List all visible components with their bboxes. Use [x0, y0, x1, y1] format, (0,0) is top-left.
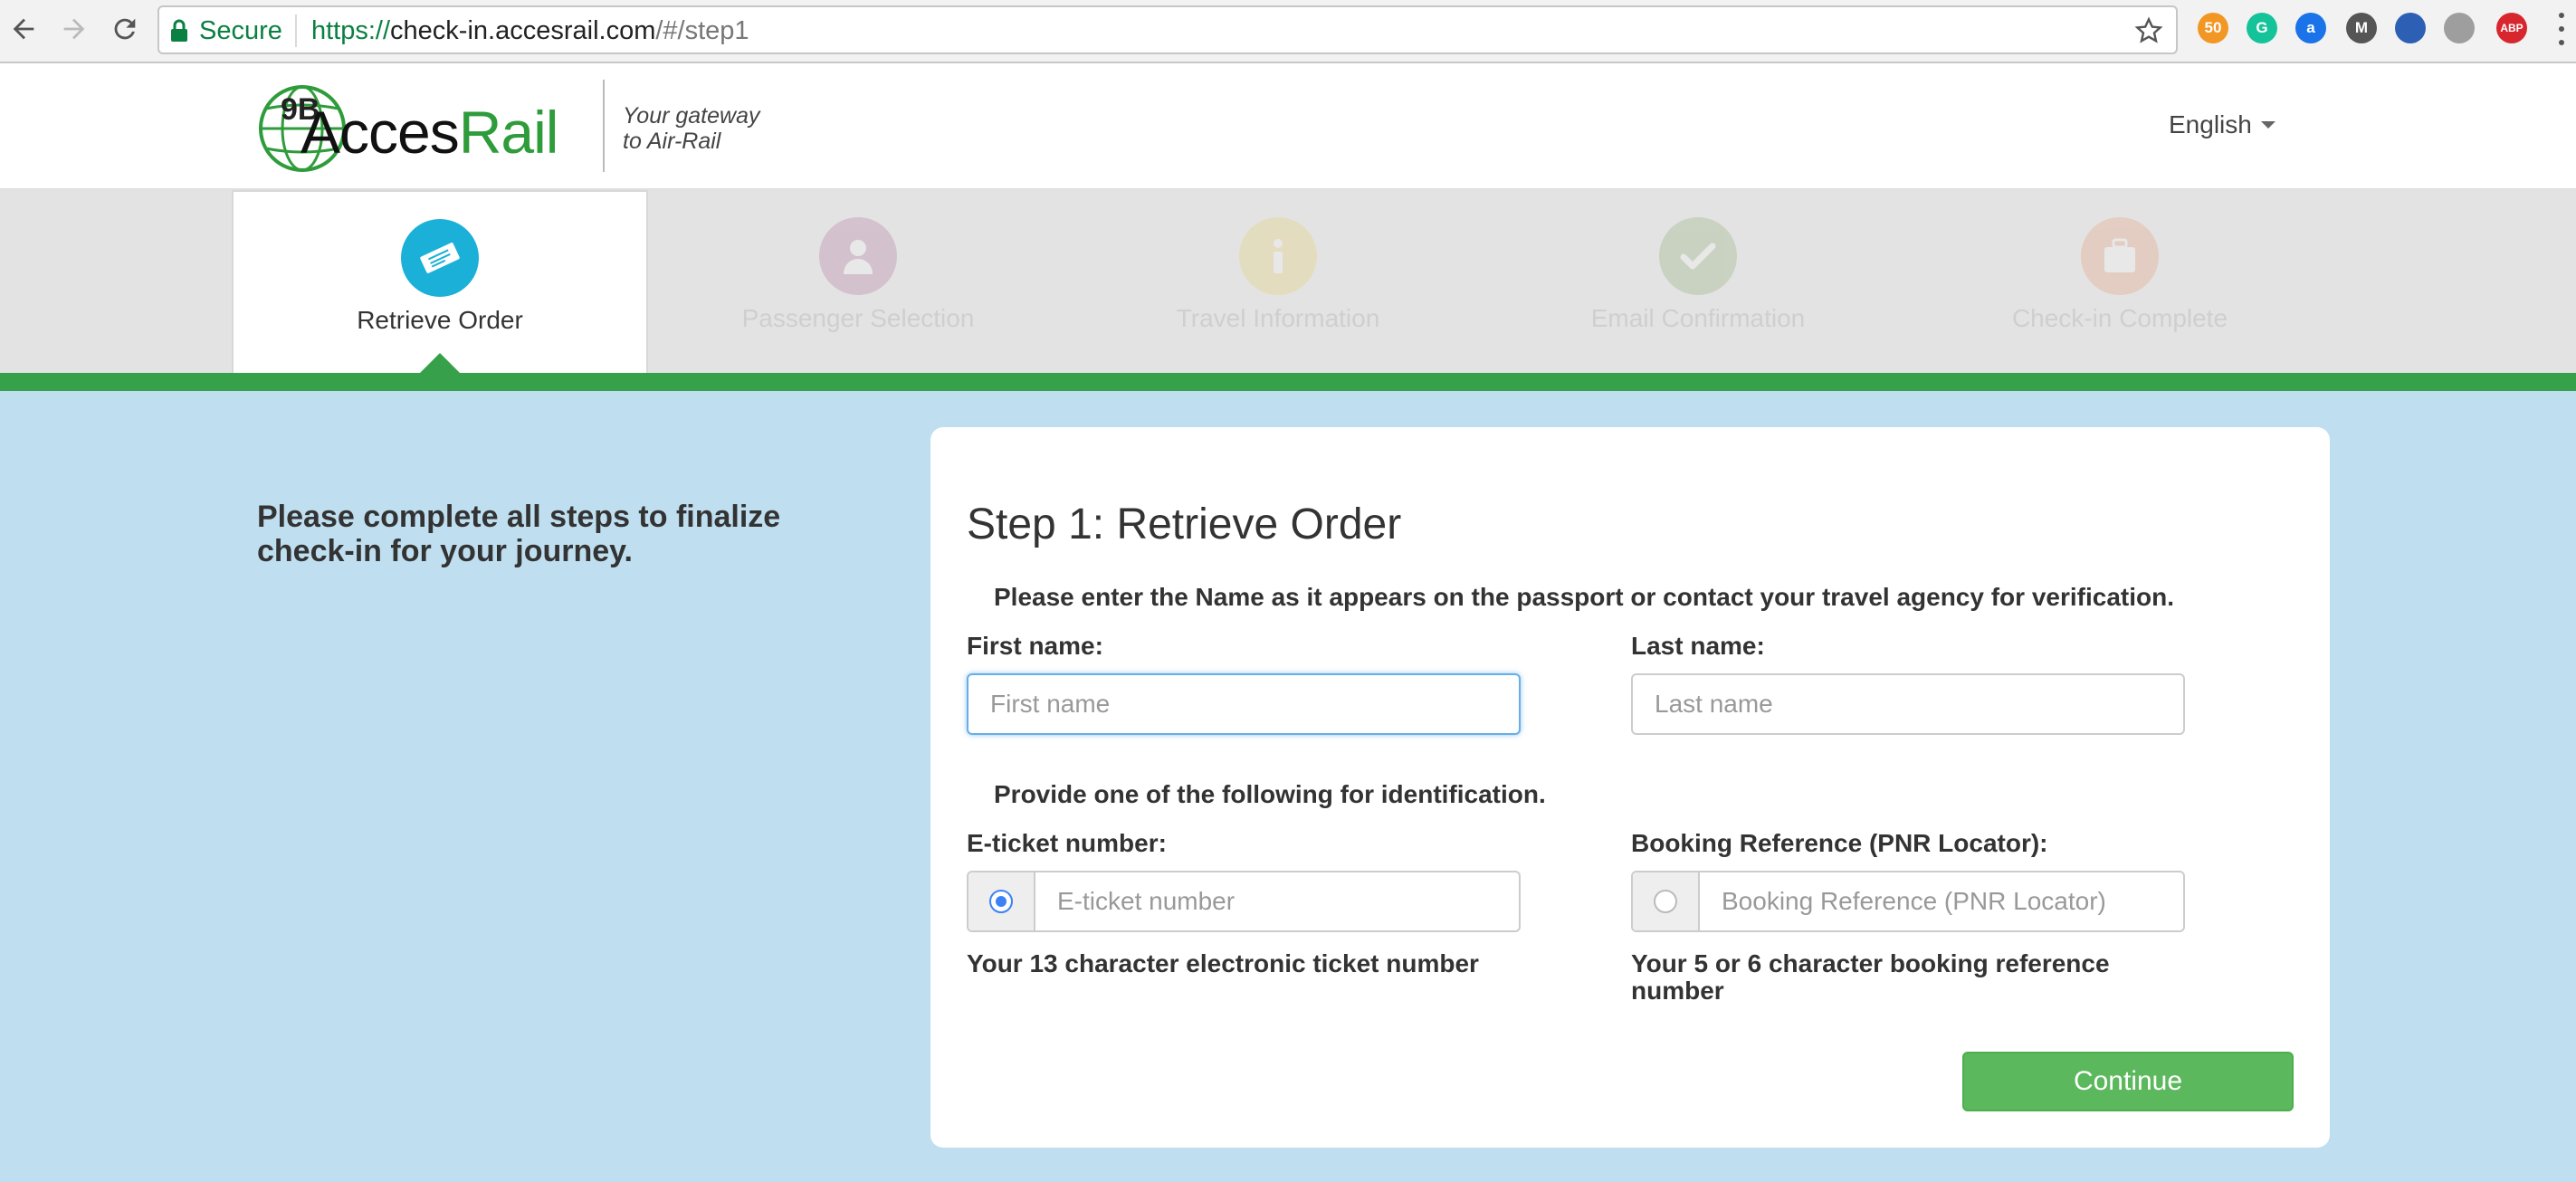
tagline-line-2: to Air-Rail — [623, 129, 721, 154]
back-arrow-icon — [13, 18, 34, 40]
eticket-radio-cell[interactable] — [968, 872, 1035, 930]
pnr-help-text: Your 5 or 6 character booking reference … — [1631, 949, 2110, 1005]
url-host: check-in.accesrail.com — [390, 16, 656, 45]
browser-toolbar: Secure https://check-in.accesrail.com/#/… — [0, 0, 2576, 63]
logo-rail: Rail — [458, 99, 559, 166]
grammarly-extension-icon[interactable]: G — [2247, 13, 2277, 43]
step-icon-circle — [2081, 217, 2159, 295]
accesrail-logo[interactable]: 9B AccesRail — [257, 78, 592, 177]
url-scheme: https:// — [311, 16, 391, 45]
info-icon — [1274, 239, 1283, 273]
checkin-progress-steps: Retrieve Order Passenger Selection Trave… — [0, 190, 2576, 373]
language-label: English — [2169, 110, 2252, 138]
checkmark-icon — [1680, 243, 1716, 270]
step-label: Check-in Complete — [2011, 304, 2228, 332]
amazon-assistant-extension-icon[interactable]: a — [2295, 13, 2326, 43]
last-name-input[interactable] — [1631, 673, 2185, 735]
step-checkin-complete[interactable]: Check-in Complete — [1912, 190, 2328, 373]
secure-indicator[interactable]: Secure — [170, 14, 297, 47]
honey-extension-icon[interactable]: 50 — [2198, 13, 2228, 43]
eticket-label: E-ticket number: — [967, 829, 1167, 857]
address-bar[interactable]: Secure https://check-in.accesrail.com/#/… — [157, 5, 2178, 54]
step-icon-circle — [1239, 217, 1317, 295]
eticket-input[interactable] — [1035, 872, 1519, 930]
forward-button[interactable] — [52, 7, 96, 51]
back-button[interactable] — [2, 7, 45, 51]
pnr-radio-cell[interactable] — [1633, 872, 1700, 930]
adblock-plus-extension-icon[interactable]: ABP — [2496, 13, 2527, 43]
step-icon-circle — [819, 217, 897, 295]
step-passenger-selection[interactable]: Passenger Selection — [650, 190, 1066, 373]
step-email-confirmation[interactable]: Email Confirmation — [1490, 190, 1906, 373]
first-name-input[interactable] — [967, 673, 1521, 735]
step-label: Passenger Selection — [741, 304, 975, 332]
pnr-radio[interactable] — [1654, 890, 1677, 913]
name-instructions: Please enter the Name as it appears on t… — [994, 583, 2174, 611]
bookmark-star-icon[interactable] — [2134, 16, 2163, 45]
progress-bar — [0, 373, 2576, 391]
m-extension-icon[interactable]: M — [2346, 13, 2377, 43]
browser-menu-icon[interactable] — [2556, 13, 2567, 45]
eticket-help-text: Your 13 character electronic ticket numb… — [967, 949, 1479, 977]
step-retrieve-order[interactable]: Retrieve Order — [232, 190, 648, 373]
reload-button[interactable] — [103, 7, 147, 51]
eticket-radio[interactable] — [989, 890, 1013, 913]
step-icon-circle — [401, 219, 479, 297]
reload-icon — [114, 18, 136, 40]
continue-button[interactable]: Continue — [1962, 1052, 2294, 1111]
retrieve-order-form: Step 1: Retrieve Order Please enter the … — [930, 427, 2330, 1148]
url-path: /#/step1 — [655, 16, 749, 45]
forward-arrow-icon — [63, 18, 85, 40]
language-dropdown[interactable]: English — [2169, 110, 2275, 139]
last-name-label: Last name: — [1631, 632, 1765, 660]
step-label: Travel Information — [1176, 304, 1380, 332]
step-label: Retrieve Order — [357, 306, 523, 334]
pnr-input-group — [1631, 871, 2185, 932]
ticket-icon — [420, 243, 460, 273]
luggage-icon — [2104, 238, 2135, 272]
logo-divider — [603, 80, 605, 172]
person-icon — [844, 240, 873, 274]
eticket-input-group — [967, 871, 1521, 932]
caret-down-icon — [2260, 121, 2275, 129]
step-icon-circle — [1659, 217, 1737, 295]
lock-icon — [171, 19, 187, 42]
tagline: Your gateway to Air-Rail — [623, 103, 760, 154]
step-label: Email Confirmation — [1590, 304, 1806, 332]
secure-label: Secure — [199, 15, 282, 45]
logo-acces: Acces — [301, 99, 460, 166]
intro-text: Please complete all steps to finalize ch… — [257, 500, 781, 568]
form-title: Step 1: Retrieve Order — [967, 500, 1402, 548]
url-text[interactable]: https://check-in.accesrail.com/#/step1 — [311, 16, 749, 46]
pnr-label: Booking Reference (PNR Locator): — [1631, 829, 2048, 857]
logo-wordmark: AccesRail — [301, 98, 558, 167]
active-step-pointer — [418, 353, 462, 375]
site-header: 9B AccesRail Your gateway to Air-Rail En… — [0, 63, 2576, 190]
tagline-line-1: Your gateway — [623, 103, 760, 129]
step-travel-information[interactable]: Travel Information — [1070, 190, 1486, 373]
identification-instructions: Provide one of the following for identif… — [994, 780, 1546, 808]
runner-extension-icon[interactable] — [2444, 13, 2475, 43]
pnr-input[interactable] — [1700, 872, 2183, 930]
globe-extension-icon[interactable] — [2395, 13, 2426, 43]
first-name-label: First name: — [967, 632, 1103, 660]
